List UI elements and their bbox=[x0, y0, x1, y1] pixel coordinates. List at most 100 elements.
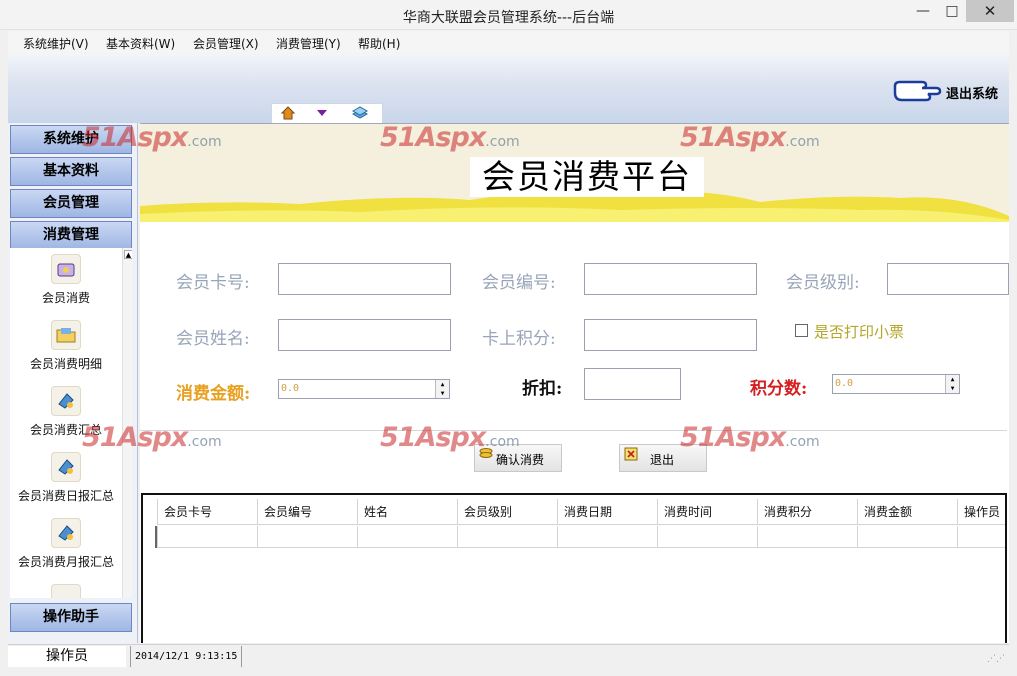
grid-header-name[interactable]: 姓名 bbox=[357, 499, 457, 525]
table-row[interactable] bbox=[143, 526, 1005, 548]
menu-consumption-management[interactable]: 消费管理(Y) bbox=[276, 35, 341, 52]
card-no-label: 会员卡号: bbox=[176, 273, 250, 293]
member-no-label: 会员编号: bbox=[482, 273, 556, 293]
nav-item-monthly-summary[interactable]: 会员消费月报汇总 bbox=[10, 518, 122, 570]
status-datetime: 2014/12/1 9:13:15 bbox=[130, 646, 242, 667]
confirm-consumption-button[interactable]: 确认消费 bbox=[474, 444, 562, 472]
nav-item-label: 会员消费月报汇总 bbox=[17, 555, 114, 569]
menu-bar: 系统维护(V) 基本资料(W) 会员管理(X) 消费管理(Y) 帮助(H) bbox=[8, 31, 1009, 53]
banner: 会员消费平台 bbox=[140, 124, 1009, 222]
card-points-input[interactable] bbox=[584, 319, 757, 351]
nav-item-list: 会员消费 会员消费明细 会员消费汇总 会员消费日报汇总 会员消费月报汇总 ▲ bbox=[10, 248, 132, 598]
grid-header-member-no[interactable]: 会员编号 bbox=[257, 499, 357, 525]
amount-label: 消费金额: bbox=[176, 384, 251, 404]
coins-icon bbox=[478, 447, 494, 461]
grid-cell[interactable] bbox=[157, 526, 257, 548]
grid-cell[interactable] bbox=[257, 526, 357, 548]
nav-group-basic-data[interactable]: 基本资料 bbox=[10, 157, 132, 186]
member-no-input[interactable] bbox=[584, 263, 757, 295]
maximize-button[interactable]: □ bbox=[937, 0, 967, 22]
grid-cell[interactable] bbox=[857, 526, 957, 548]
close-button[interactable]: ✕ bbox=[966, 0, 1014, 22]
page-title: 会员消费平台 bbox=[470, 157, 704, 197]
quick-toolbar bbox=[271, 103, 383, 123]
nav-item-consumption-summary[interactable]: 会员消费汇总 bbox=[10, 386, 122, 438]
exit-button[interactable]: 退出 bbox=[619, 444, 707, 472]
grid-cell[interactable] bbox=[657, 526, 757, 548]
search-document-icon bbox=[51, 452, 81, 482]
down-arrow-icon[interactable] bbox=[312, 105, 332, 123]
name-input[interactable] bbox=[278, 319, 451, 351]
nav-item-label: 会员消费明细 bbox=[29, 357, 102, 371]
grid-cell[interactable] bbox=[557, 526, 657, 548]
search-document-icon bbox=[51, 518, 81, 548]
level-input[interactable] bbox=[887, 263, 1009, 295]
nav-item-consumption-detail[interactable]: 会员消费明细 bbox=[10, 320, 122, 372]
minimize-button[interactable]: — bbox=[908, 0, 938, 22]
grid-header-date[interactable]: 消费日期 bbox=[557, 499, 657, 525]
consumption-grid[interactable]: 会员卡号 会员编号 姓名 会员级别 消费日期 消费时间 消费积分 消费金额 操作… bbox=[141, 493, 1007, 643]
nav-item-partial[interactable] bbox=[10, 584, 122, 598]
grid-cell[interactable] bbox=[357, 526, 457, 548]
print-ticket-checkbox[interactable] bbox=[795, 324, 808, 337]
spin-up-icon[interactable]: ▲ bbox=[436, 380, 449, 389]
resize-grip-icon[interactable]: ⋰⋰ bbox=[987, 654, 1005, 664]
logout-button[interactable]: 退出系统 bbox=[888, 78, 1008, 104]
level-label: 会员级别: bbox=[786, 273, 860, 293]
points-label: 积分数: bbox=[750, 379, 808, 399]
confirm-label: 确认消费 bbox=[496, 453, 545, 467]
status-operator: 操作员 bbox=[8, 646, 126, 667]
grid-cell[interactable] bbox=[457, 526, 557, 548]
menu-member-management[interactable]: 会员管理(X) bbox=[193, 35, 259, 52]
divider bbox=[140, 430, 1007, 431]
logout-label: 退出系统 bbox=[946, 87, 999, 102]
amount-spinner[interactable]: 0.0 ▲ ▼ bbox=[278, 379, 450, 399]
nav-group-member-management[interactable]: 会员管理 bbox=[10, 189, 132, 218]
search-document-icon bbox=[51, 386, 81, 416]
title-bar: 华商大联盟会员管理系统---后台端 — □ ✕ bbox=[0, 0, 1017, 30]
nav-item-daily-summary[interactable]: 会员消费日报汇总 bbox=[10, 452, 122, 504]
spinner-buttons[interactable]: ▲ ▼ bbox=[945, 375, 959, 393]
scroll-up-icon[interactable]: ▲ bbox=[124, 250, 132, 259]
card-no-input[interactable] bbox=[278, 263, 451, 295]
grid-header-level[interactable]: 会员级别 bbox=[457, 499, 557, 525]
close-box-icon bbox=[623, 447, 639, 461]
print-ticket-label: 是否打印小票 bbox=[814, 323, 905, 341]
main-panel: 会员消费平台 会员卡号: 会员编号: 会员级别: 会员姓名: 卡上积分: 是否打… bbox=[140, 123, 1009, 643]
menu-basic-data[interactable]: 基本资料(W) bbox=[106, 35, 175, 52]
folder-icon bbox=[51, 320, 81, 350]
discount-input[interactable] bbox=[584, 368, 681, 400]
cash-register-icon bbox=[51, 254, 81, 284]
grid-header-points[interactable]: 消费积分 bbox=[757, 499, 857, 525]
points-spinner[interactable]: 0.0 ▲ ▼ bbox=[832, 374, 960, 394]
home-icon[interactable] bbox=[278, 105, 298, 123]
nav-group-operation-assistant[interactable]: 操作助手 bbox=[10, 603, 132, 632]
nav-item-label: 会员消费 bbox=[41, 291, 90, 305]
amount-value: 0.0 bbox=[281, 383, 300, 394]
nav-scrollbar[interactable]: ▲ bbox=[122, 248, 132, 598]
nav-group-system-maintenance[interactable]: 系统维护 bbox=[10, 125, 132, 154]
left-nav: 系统维护 基本资料 会员管理 消费管理 会员消费 会员消费明细 会员消费汇总 会… bbox=[8, 123, 138, 643]
grid-cell[interactable] bbox=[757, 526, 857, 548]
grid-cell[interactable] bbox=[957, 526, 1005, 548]
spin-down-icon[interactable]: ▼ bbox=[436, 389, 449, 398]
spinner-buttons[interactable]: ▲ ▼ bbox=[435, 380, 449, 398]
menu-system-maintenance[interactable]: 系统维护(V) bbox=[23, 35, 89, 52]
name-label: 会员姓名: bbox=[176, 329, 250, 349]
grid-header-time[interactable]: 消费时间 bbox=[657, 499, 757, 525]
nav-item-label: 会员消费汇总 bbox=[29, 423, 102, 437]
discount-label: 折扣: bbox=[522, 379, 563, 399]
stack-icon[interactable] bbox=[350, 105, 370, 123]
nav-item-member-consumption[interactable]: 会员消费 bbox=[10, 254, 122, 306]
menu-help[interactable]: 帮助(H) bbox=[358, 35, 400, 52]
grid-header-row: 会员卡号 会员编号 姓名 会员级别 消费日期 消费时间 消费积分 消费金额 操作… bbox=[143, 499, 1005, 525]
grid-header-amount[interactable]: 消费金额 bbox=[857, 499, 957, 525]
points-value: 0.0 bbox=[835, 378, 854, 389]
spin-down-icon[interactable]: ▼ bbox=[946, 384, 959, 393]
pointing-hand-icon bbox=[892, 78, 942, 109]
grid-header-operator[interactable]: 操作员 bbox=[957, 499, 1005, 525]
spin-up-icon[interactable]: ▲ bbox=[946, 375, 959, 384]
nav-group-consumption-management[interactable]: 消费管理 bbox=[10, 221, 132, 250]
grid-header-card-no[interactable]: 会员卡号 bbox=[157, 499, 257, 525]
window-title: 华商大联盟会员管理系统---后台端 bbox=[402, 10, 615, 26]
